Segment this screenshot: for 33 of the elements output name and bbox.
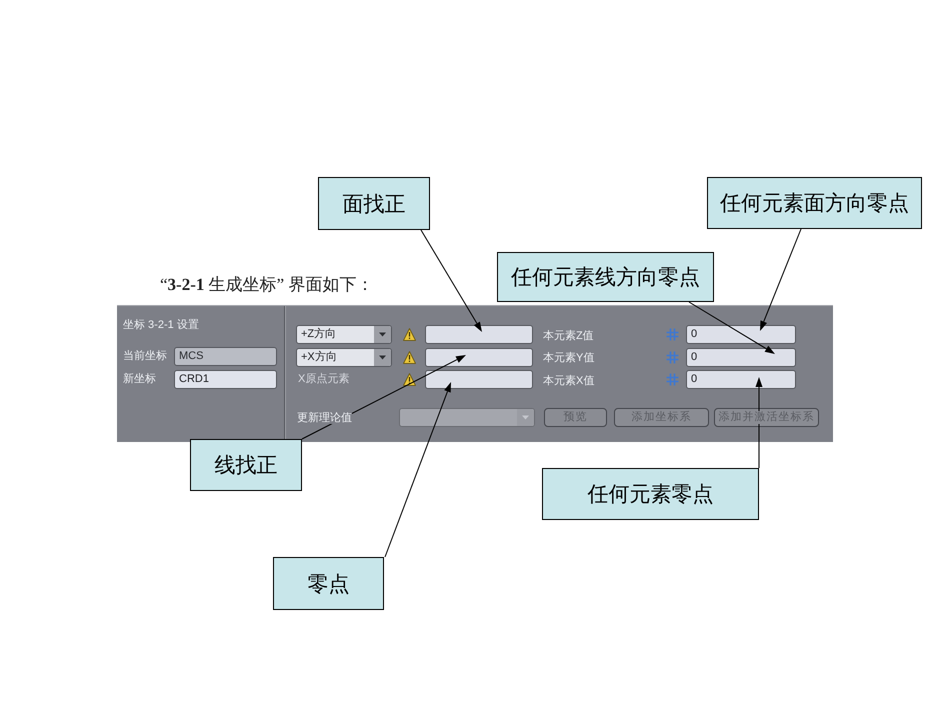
field-label: 本元素Y值: [543, 352, 594, 364]
number-field[interactable]: 0: [686, 348, 796, 366]
field-label: X原点元素: [297, 373, 350, 386]
callout: 任何元素零点: [542, 468, 759, 520]
hash-icon: [666, 350, 679, 364]
input-field[interactable]: [425, 348, 533, 366]
warning-icon: [403, 373, 416, 386]
warning-icon: [403, 328, 416, 341]
callout: 任何元素线方向零点: [497, 252, 714, 302]
callout: 零点: [273, 557, 384, 610]
number-field[interactable]: 0: [686, 325, 796, 344]
field-label: 当前坐标: [123, 350, 168, 363]
hash-icon: [666, 373, 679, 386]
field-label: 新坐标: [123, 373, 157, 386]
callout: 任何元素面方向零点: [707, 177, 922, 229]
field-label: 本元素Z值: [543, 330, 594, 342]
caret-icon: [374, 348, 391, 366]
input-field[interactable]: [425, 370, 533, 389]
caret-icon: [517, 409, 534, 426]
input-field[interactable]: [425, 325, 533, 344]
field-label: 更新理论值: [297, 412, 352, 424]
text-field[interactable]: CRD1: [174, 370, 277, 389]
callout: 线找正: [190, 439, 302, 491]
callout: 面找正: [318, 177, 430, 230]
dropdown[interactable]: +Z方向: [296, 325, 392, 344]
hash-icon: [666, 328, 679, 341]
caption-text: “3-2-1 生成坐标” 界面如下：: [160, 274, 374, 296]
warning-icon: [403, 350, 416, 364]
dropdown[interactable]: +X方向: [296, 348, 392, 366]
field-label: 本元素X值: [543, 374, 594, 386]
panel-title: 坐标 3-2-1 设置: [123, 319, 199, 332]
caret-icon: [374, 326, 391, 343]
number-field[interactable]: 0: [686, 370, 796, 389]
